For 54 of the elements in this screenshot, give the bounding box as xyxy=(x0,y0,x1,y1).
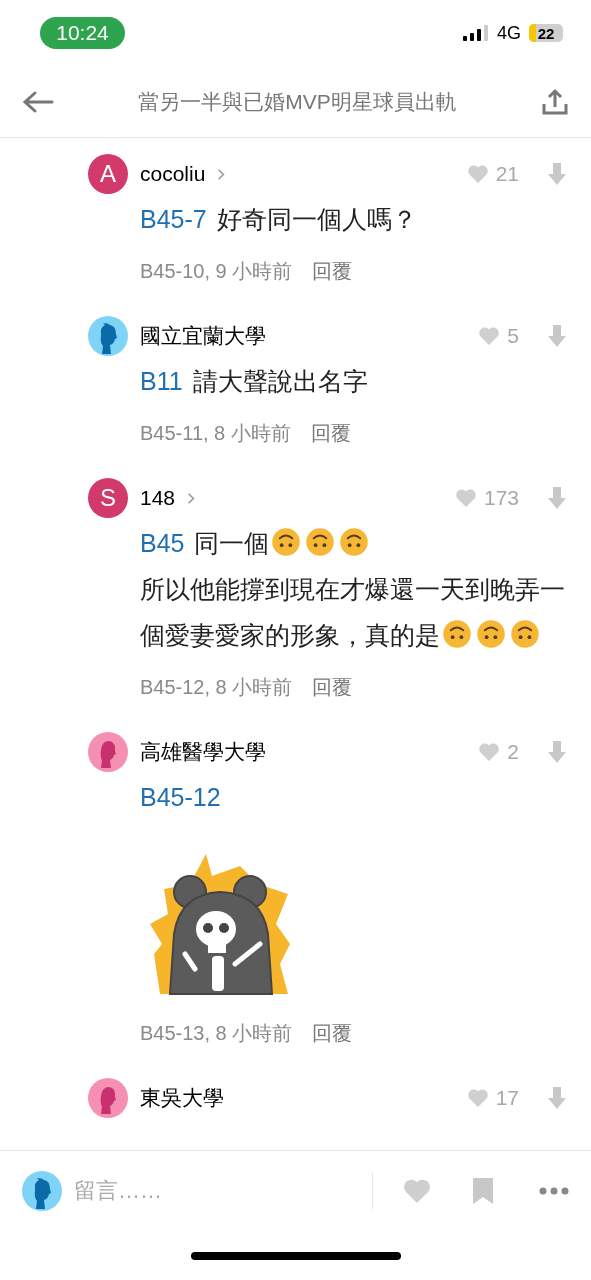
reply-button[interactable]: 回覆 xyxy=(312,1018,353,1048)
signal-icon xyxy=(463,25,489,41)
like-count: 173 xyxy=(483,485,519,512)
comment-meta: B45-12, 8 小時前 xyxy=(140,675,293,700)
comment-text: B45-7 好奇同一個人嗎？ xyxy=(140,204,418,235)
battery-indicator: 22 xyxy=(529,24,563,42)
more-options-icon[interactable] xyxy=(539,1187,569,1195)
reply-button[interactable]: 回覆 xyxy=(312,256,353,286)
arrow-down-icon[interactable] xyxy=(547,162,567,186)
upside-down-face-emoji-icon xyxy=(442,619,472,649)
reply-button[interactable]: 回覆 xyxy=(312,672,353,702)
like-count: 17 xyxy=(495,1085,519,1112)
share-icon[interactable] xyxy=(541,87,569,116)
upside-down-face-emoji-icon xyxy=(339,527,370,557)
user-avatar[interactable]: A xyxy=(88,154,128,194)
bookmark-icon[interactable] xyxy=(471,1176,495,1206)
floor-link[interactable]: B45 xyxy=(140,529,185,557)
username[interactable]: 高雄醫學大學 xyxy=(140,736,266,768)
username[interactable]: 148 xyxy=(140,482,176,514)
avatar-silhouette-icon[interactable] xyxy=(88,316,128,356)
floor-link[interactable]: B11 xyxy=(140,367,183,395)
avatar-silhouette-icon[interactable] xyxy=(88,1078,128,1118)
chevron-right-icon[interactable] xyxy=(217,167,226,181)
username[interactable]: 國立宜蘭大學 xyxy=(140,320,266,352)
avatar-silhouette-icon[interactable] xyxy=(22,1171,62,1211)
user-avatar[interactable]: S xyxy=(88,478,128,518)
like-count: 2 xyxy=(507,739,519,766)
reply-button[interactable]: 回覆 xyxy=(310,418,351,448)
upside-down-face-emoji-icon xyxy=(476,619,506,649)
upside-down-face-emoji-icon xyxy=(305,527,336,557)
comment-meta: B45-13, 8 小時前 xyxy=(140,1021,293,1046)
comment-meta: B45-10, 9 小時前 xyxy=(140,259,293,284)
like-count: 5 xyxy=(507,323,519,350)
username[interactable]: cocoliu xyxy=(140,158,206,190)
upside-down-face-emoji-icon xyxy=(510,619,540,649)
arrow-down-icon[interactable] xyxy=(547,740,567,764)
comment-text: B45 同一個 所以他能撐到現在才爆還一天到晚弄一個愛妻愛家的形象，真的是 xyxy=(140,526,566,651)
arrow-down-icon[interactable] xyxy=(547,486,567,510)
comment-text: B11 請大聲說出名字 xyxy=(140,366,369,397)
like-count: 21 xyxy=(495,161,519,188)
floor-link[interactable]: B45-12 xyxy=(140,783,221,811)
network-label: 4G xyxy=(497,21,521,45)
arrow-down-icon[interactable] xyxy=(547,324,567,348)
upside-down-face-emoji-icon xyxy=(271,527,302,557)
back-arrow-icon[interactable] xyxy=(22,89,54,114)
comment-input-field[interactable]: 留言…… xyxy=(74,1173,373,1209)
comment-meta: B45-11, 8 小時前 xyxy=(140,421,291,446)
avatar-silhouette-icon[interactable] xyxy=(88,732,128,772)
page-title: 當另一半與已婚MVP明星球員出軌 xyxy=(137,88,458,115)
floor-link[interactable]: B45-7 xyxy=(140,205,207,233)
chevron-right-icon[interactable] xyxy=(187,491,196,505)
arrow-down-icon[interactable] xyxy=(547,1086,567,1110)
status-time: 10:24 xyxy=(40,17,125,49)
username[interactable]: 東吳大學 xyxy=(140,1082,224,1114)
